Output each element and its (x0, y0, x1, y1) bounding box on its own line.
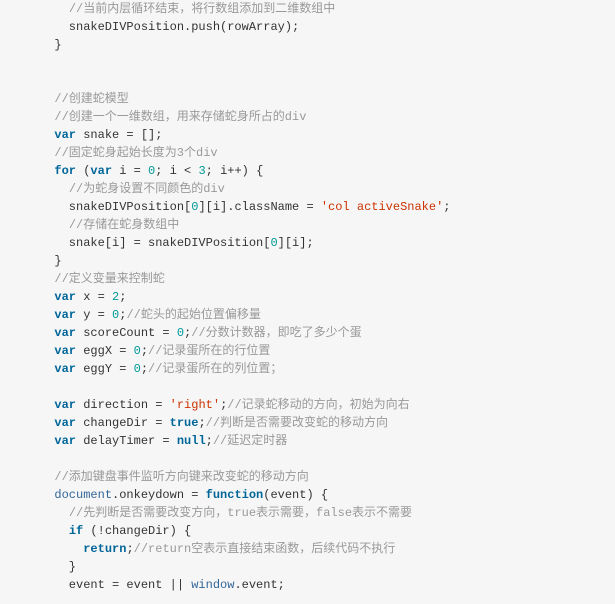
code-block: //当前内层循环结束，将行数组添加到二维数组中 snakeDIVPosition… (0, 0, 575, 604)
code-lines: //当前内层循环结束，将行数组添加到二维数组中 snakeDIVPosition… (40, 0, 575, 594)
